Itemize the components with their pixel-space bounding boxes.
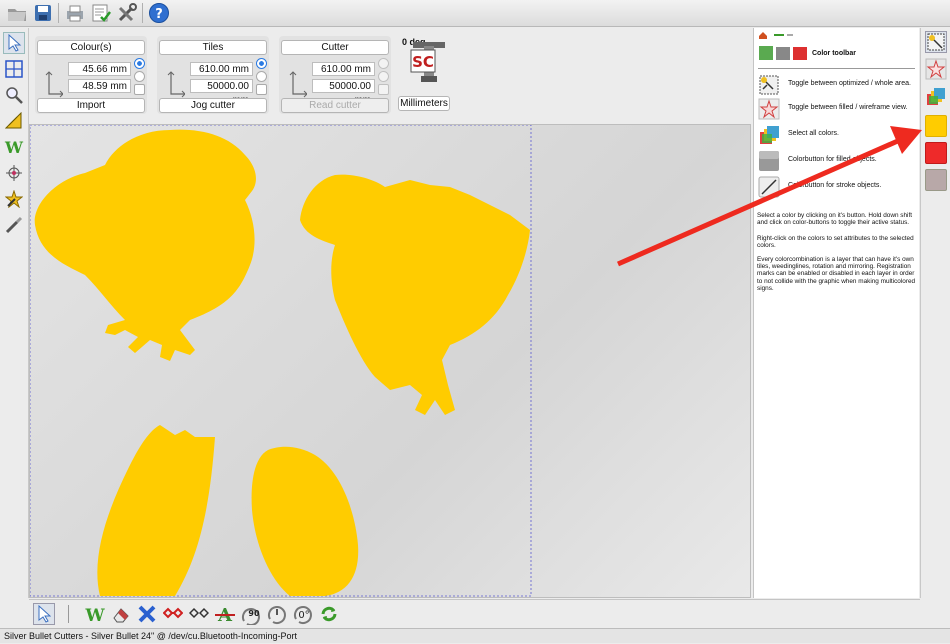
tiles-height-input[interactable]: 50000.00 mm xyxy=(190,79,253,106)
tiles-radio-2[interactable] xyxy=(256,71,267,82)
svg-text:W: W xyxy=(4,138,24,156)
cutter-group: Cutter 610.00 mm 50000.00 mm Read cutter xyxy=(279,36,391,114)
tiles-radio-1[interactable] xyxy=(256,58,267,69)
chick-left-shape[interactable] xyxy=(34,129,256,361)
open-folder-icon[interactable] xyxy=(6,2,28,24)
delete-x-icon[interactable] xyxy=(136,603,158,625)
axes-icon xyxy=(289,71,307,98)
refresh-icon[interactable] xyxy=(318,603,340,625)
cutter-radio-2[interactable] xyxy=(378,71,389,82)
save-icon[interactable] xyxy=(32,2,54,24)
optimize-toggle-icon[interactable] xyxy=(925,31,947,53)
colours-radio-1[interactable] xyxy=(134,58,145,69)
help-title: Color toolbar xyxy=(812,50,856,57)
colours-checkbox[interactable] xyxy=(134,84,145,95)
print-icon[interactable] xyxy=(64,2,86,24)
grid-select-icon[interactable] xyxy=(3,58,25,80)
text-weed-icon[interactable]: A xyxy=(214,603,236,625)
wireframe-toggle-icon[interactable] xyxy=(925,58,947,80)
rotate-90-label: 90 xyxy=(248,609,260,618)
weed-border-icon[interactable]: W xyxy=(84,603,106,625)
select-all-colors-button[interactable] xyxy=(925,86,947,108)
top-toolbar: ? xyxy=(0,0,950,27)
colours-title-button[interactable]: Colour(s) xyxy=(37,40,145,55)
checklist-icon[interactable] xyxy=(90,2,112,24)
magic-star-icon[interactable] xyxy=(3,188,25,210)
parameter-bar: Colour(s) 45.66 mm 48.59 mm Import Tiles… xyxy=(29,28,751,122)
tiles-width-input[interactable]: 610.00 mm xyxy=(190,62,253,76)
optimize-area-icon xyxy=(759,75,779,95)
units-button[interactable]: Millimeters xyxy=(398,96,450,111)
cutter-radio-1[interactable] xyxy=(378,58,389,69)
zoom-icon[interactable] xyxy=(3,84,25,106)
eraser-icon[interactable] xyxy=(110,603,132,625)
help-icon[interactable]: ? xyxy=(148,2,170,24)
colours-group: Colour(s) 45.66 mm 48.59 mm Import xyxy=(35,36,147,114)
cutter-height-input[interactable]: 50000.00 mm xyxy=(312,79,375,106)
color-toolbar-preview-icon xyxy=(759,46,807,60)
panel-nav-icons[interactable] xyxy=(758,30,794,40)
cutter-logo-icon[interactable]: SC xyxy=(409,40,449,84)
pointer-tool-icon[interactable] xyxy=(3,32,25,54)
cutter-checkbox[interactable] xyxy=(378,84,389,95)
tools-icon[interactable] xyxy=(116,2,138,24)
chick-right-shape[interactable] xyxy=(300,174,530,415)
cutter-width-input[interactable]: 610.00 mm xyxy=(312,62,375,76)
logo-text: SC xyxy=(412,53,434,71)
tail-piece-right[interactable] xyxy=(251,446,359,596)
weed-tool-icon[interactable]: W xyxy=(3,136,25,158)
annotation-arrow xyxy=(616,126,922,267)
colours-height-input[interactable]: 48.59 mm xyxy=(68,79,131,93)
select-arrow-icon[interactable] xyxy=(33,603,55,625)
node-outline-icon[interactable] xyxy=(188,603,210,625)
node-red-icon[interactable] xyxy=(162,603,184,625)
axes-icon xyxy=(45,71,63,98)
tiles-title-button[interactable]: Tiles xyxy=(159,40,267,55)
read-cutter-button[interactable]: Read cutter xyxy=(281,98,389,113)
tiles-group: Tiles 610.00 mm 50000.00 mm Jog cutter xyxy=(157,36,269,114)
colours-width-input[interactable]: 45.66 mm xyxy=(68,62,131,76)
rotate-zero-icon[interactable]: 0° xyxy=(292,603,314,625)
jog-cutter-button[interactable]: Jog cutter xyxy=(159,98,267,113)
tiles-checkbox[interactable] xyxy=(256,84,267,95)
tail-piece-left[interactable] xyxy=(97,425,215,596)
rotate-free-icon[interactable] xyxy=(266,603,288,625)
cutter-title-button[interactable]: Cutter xyxy=(281,40,389,55)
status-bar: Silver Bullet Cutters - Silver Bullet 24… xyxy=(0,628,950,643)
knife-tool-icon[interactable] xyxy=(3,214,25,236)
svg-text:W: W xyxy=(84,606,105,624)
left-tool-strip: W xyxy=(0,28,29,598)
pen-tool-icon[interactable] xyxy=(3,110,25,132)
svg-text:?: ? xyxy=(155,7,163,22)
axes-icon xyxy=(167,71,185,98)
import-button[interactable]: Import xyxy=(37,98,145,113)
rotate-90-icon[interactable]: 90 xyxy=(240,603,262,625)
help-row-optimize: Toggle between optimized / whole area. xyxy=(756,74,916,96)
rotate-zero-label: 0° xyxy=(298,610,309,621)
bottom-toolbar: W A 90 0° xyxy=(29,599,920,628)
registration-mark-icon[interactable] xyxy=(3,162,25,184)
colours-radio-2[interactable] xyxy=(134,71,145,82)
